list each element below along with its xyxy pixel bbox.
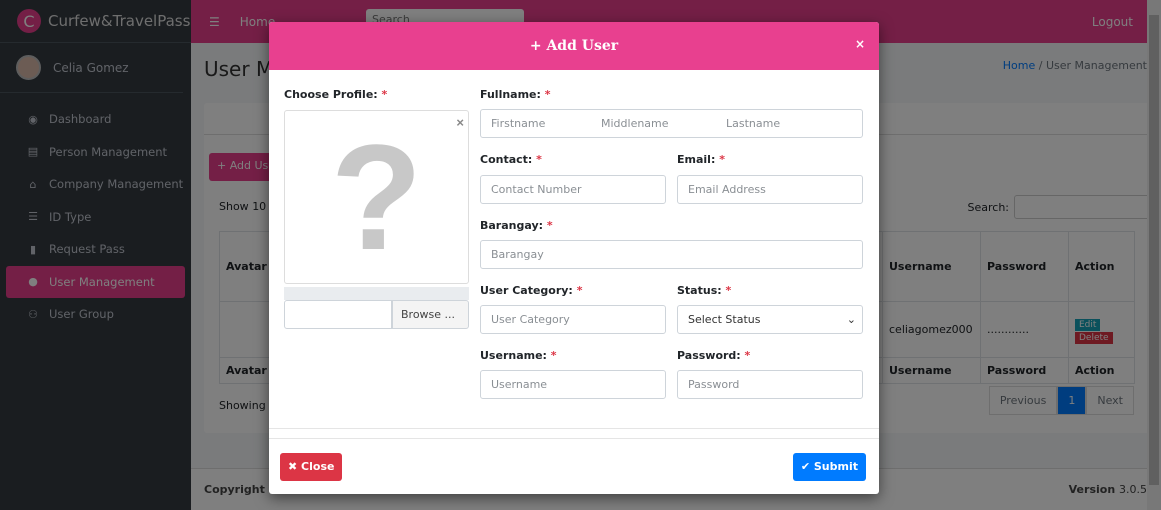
upload-progress bbox=[284, 287, 469, 300]
status-select[interactable]: Select Status ⌄ bbox=[677, 305, 863, 334]
modal-title: + Add User bbox=[529, 38, 619, 54]
browse-button[interactable]: Browse ... bbox=[392, 300, 469, 329]
status-select-value: Select Status bbox=[688, 313, 761, 326]
fullname-field[interactable]: Firstname Middlename Lastname bbox=[480, 109, 863, 138]
password-label: Password: * bbox=[677, 349, 751, 362]
middlename-input[interactable]: Middlename bbox=[601, 117, 669, 130]
user-category-label: User Category: * bbox=[480, 284, 583, 297]
status-label: Status: * bbox=[677, 284, 732, 297]
username-label: Username: * bbox=[480, 349, 557, 362]
chevron-down-icon: ⌄ bbox=[846, 313, 856, 326]
question-mark-icon: ? bbox=[330, 112, 423, 281]
user-category-input[interactable]: User Category bbox=[480, 305, 666, 334]
password-input[interactable]: Password bbox=[677, 370, 863, 399]
email-label: Email: * bbox=[677, 153, 725, 166]
contact-label: Contact: * bbox=[480, 153, 542, 166]
profile-preview[interactable]: ? × bbox=[284, 110, 469, 284]
add-user-modal: + Add User × Choose Profile: * ? × Browse … bbox=[269, 22, 879, 494]
fullname-label: Fullname: * bbox=[480, 88, 551, 101]
choose-profile-label: Choose Profile: * bbox=[284, 88, 388, 101]
lastname-input[interactable]: Lastname bbox=[726, 117, 780, 130]
firstname-input[interactable]: Firstname bbox=[491, 117, 545, 130]
file-name-input[interactable] bbox=[284, 300, 392, 329]
close-icon[interactable]: × bbox=[855, 37, 865, 51]
email-input[interactable]: Email Address bbox=[677, 175, 863, 204]
submit-button[interactable]: ✔ Submit bbox=[792, 453, 866, 481]
username-input[interactable]: Username bbox=[480, 370, 666, 399]
contact-input[interactable]: Contact Number bbox=[480, 175, 666, 204]
remove-profile-icon[interactable]: × bbox=[456, 115, 464, 130]
barangay-input[interactable]: Barangay bbox=[480, 240, 863, 269]
close-button[interactable]: ✖ Close bbox=[280, 453, 343, 481]
modal-header: + Add User × bbox=[269, 22, 879, 70]
barangay-label: Barangay: * bbox=[480, 219, 553, 232]
